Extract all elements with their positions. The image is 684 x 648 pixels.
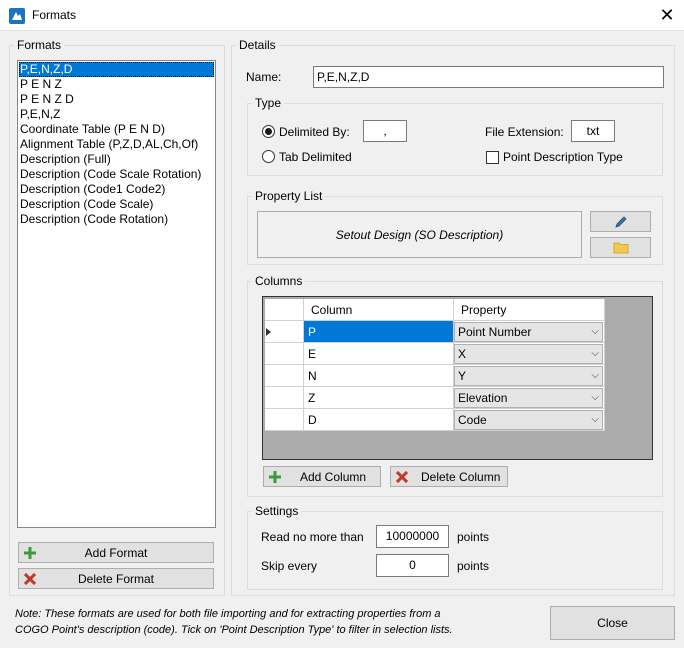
delimited-radio[interactable]	[262, 125, 275, 138]
plus-icon	[269, 470, 281, 483]
columns-grid[interactable]: Column Property P Point Number ⌵ E X ⌵ N Y ⌵ Z Ele…	[262, 296, 653, 460]
footer-note-line1: Note: These formats are used for both fi…	[15, 608, 441, 620]
edit-property-list-button[interactable]	[590, 211, 651, 232]
settings-legend: Settings	[255, 504, 299, 518]
add-format-label: Add Format	[84, 545, 148, 560]
delimited-label: Delimited By:	[279, 125, 350, 139]
title-bar: Formats ✕	[0, 0, 684, 31]
format-list-item[interactable]: Description (Code1 Code2)	[19, 182, 214, 197]
chevron-down-icon[interactable]: ⌵	[591, 323, 599, 341]
add-column-button[interactable]: Add Column	[263, 466, 381, 487]
column-cell[interactable]: N	[304, 365, 454, 387]
columns-legend: Columns	[255, 274, 303, 288]
window-title: Formats	[32, 8, 77, 22]
add-format-button[interactable]: Add Format	[18, 542, 214, 563]
current-row-indicator-icon	[266, 328, 271, 336]
details-legend: Details	[239, 38, 276, 52]
column-cell[interactable]: D	[304, 409, 454, 431]
format-list-item[interactable]: P,E,N,Z	[19, 107, 214, 122]
file-extension-label: File Extension:	[485, 125, 564, 139]
read-limit-label: Read no more than	[261, 530, 364, 544]
format-list-item[interactable]: Description (Code Rotation)	[19, 212, 214, 227]
format-list-item[interactable]: Alignment Table (P,Z,D,AL,Ch,Of)	[19, 137, 214, 152]
tab-delimited-radio[interactable]	[262, 150, 275, 163]
skip-every-label: Skip every	[261, 559, 318, 573]
property-dropdown[interactable]: Point Number ⌵	[454, 322, 603, 342]
format-list-item[interactable]: Description (Code Scale Rotation)	[19, 167, 214, 182]
chevron-down-icon[interactable]: ⌵	[591, 411, 599, 429]
plus-icon	[24, 546, 36, 559]
name-field[interactable]: P,E,N,Z,D	[313, 66, 664, 88]
property-cell: Elevation ⌵	[454, 387, 605, 409]
format-list-item[interactable]: Description (Code Scale)	[19, 197, 214, 212]
property-list-value: Setout Design (SO Description)	[335, 227, 504, 242]
folder-icon	[613, 242, 628, 254]
footer-note: Note: These formats are used for both fi…	[15, 606, 515, 638]
delete-column-label: Delete Column	[421, 469, 501, 484]
app-icon	[9, 8, 25, 24]
chevron-down-icon[interactable]: ⌵	[591, 345, 599, 363]
delete-x-icon	[24, 572, 36, 585]
property-dropdown[interactable]: X ⌵	[454, 344, 603, 364]
property-dropdown[interactable]: Y ⌵	[454, 366, 603, 386]
settings-group: Settings	[247, 504, 663, 590]
formats-list[interactable]: P,E,N,Z,D P E N ZP E N Z D P,E,N,Z Coordina…	[17, 60, 216, 528]
add-column-label: Add Column	[300, 469, 367, 484]
read-limit-unit: points	[457, 530, 490, 544]
formats-legend: Formats	[17, 38, 62, 52]
grid-row-header[interactable]	[265, 387, 304, 409]
column-header[interactable]: Column	[304, 299, 454, 321]
property-dropdown[interactable]: Elevation ⌵	[454, 388, 603, 408]
delimiter-field[interactable]: ,	[363, 120, 407, 142]
close-button-label: Close	[597, 616, 628, 630]
property-dropdown-value: Point Number	[458, 325, 532, 339]
name-label: Name:	[246, 70, 282, 84]
column-cell[interactable]: E	[304, 343, 454, 365]
point-description-label: Point Description Type	[503, 150, 623, 164]
close-icon[interactable]: ✕	[652, 3, 682, 29]
delete-x-icon	[396, 470, 408, 483]
delete-column-button[interactable]: Delete Column	[390, 466, 508, 487]
format-list-item[interactable]: P E N Z	[19, 77, 214, 92]
property-cell: Point Number ⌵	[454, 321, 605, 343]
type-legend: Type	[255, 96, 282, 110]
footer-note-line2: COGO Point's description (code). Tick on…	[15, 624, 453, 636]
property-dropdown-value: Code	[458, 413, 487, 427]
grid-corner	[265, 299, 304, 321]
format-list-item[interactable]: Coordinate Table (P E N D)	[19, 122, 214, 137]
browse-property-list-button[interactable]	[590, 237, 651, 258]
grid-row-header[interactable]	[265, 365, 304, 387]
delete-format-label: Delete Format	[77, 571, 155, 586]
pencil-icon	[614, 215, 627, 228]
property-list-display[interactable]: Setout Design (SO Description)	[257, 211, 582, 258]
property-dropdown[interactable]: Code ⌵	[454, 410, 603, 430]
column-cell[interactable]: Z	[304, 387, 454, 409]
property-cell: Code ⌵	[454, 409, 605, 431]
property-dropdown-value: X	[458, 347, 467, 361]
format-list-item[interactable]: P E N Z D	[19, 92, 214, 107]
tab-delimited-label: Tab Delimited	[279, 150, 352, 164]
chevron-down-icon[interactable]: ⌵	[591, 367, 599, 385]
format-list-item[interactable]: P,E,N,Z,D	[19, 62, 214, 77]
property-dropdown-value: Y	[458, 369, 467, 383]
delete-format-button[interactable]: Delete Format	[18, 568, 214, 589]
column-cell[interactable]: P	[304, 321, 454, 343]
property-header[interactable]: Property	[454, 299, 605, 321]
property-cell: Y ⌵	[454, 365, 605, 387]
grid-row-header[interactable]	[265, 343, 304, 365]
chevron-down-icon[interactable]: ⌵	[591, 389, 599, 407]
format-list-item[interactable]: Description (Full)	[19, 152, 214, 167]
point-description-checkbox[interactable]	[486, 151, 499, 164]
property-dropdown-value: Elevation	[458, 391, 508, 405]
grid-row-header[interactable]	[265, 409, 304, 431]
read-limit-field[interactable]: 10000000	[376, 525, 449, 548]
property-list-legend: Property List	[255, 189, 323, 203]
file-extension-field[interactable]: txt	[571, 120, 615, 142]
close-button[interactable]: Close	[550, 606, 675, 640]
property-cell: X ⌵	[454, 343, 605, 365]
skip-every-field[interactable]: 0	[376, 554, 449, 577]
skip-every-unit: points	[457, 559, 490, 573]
